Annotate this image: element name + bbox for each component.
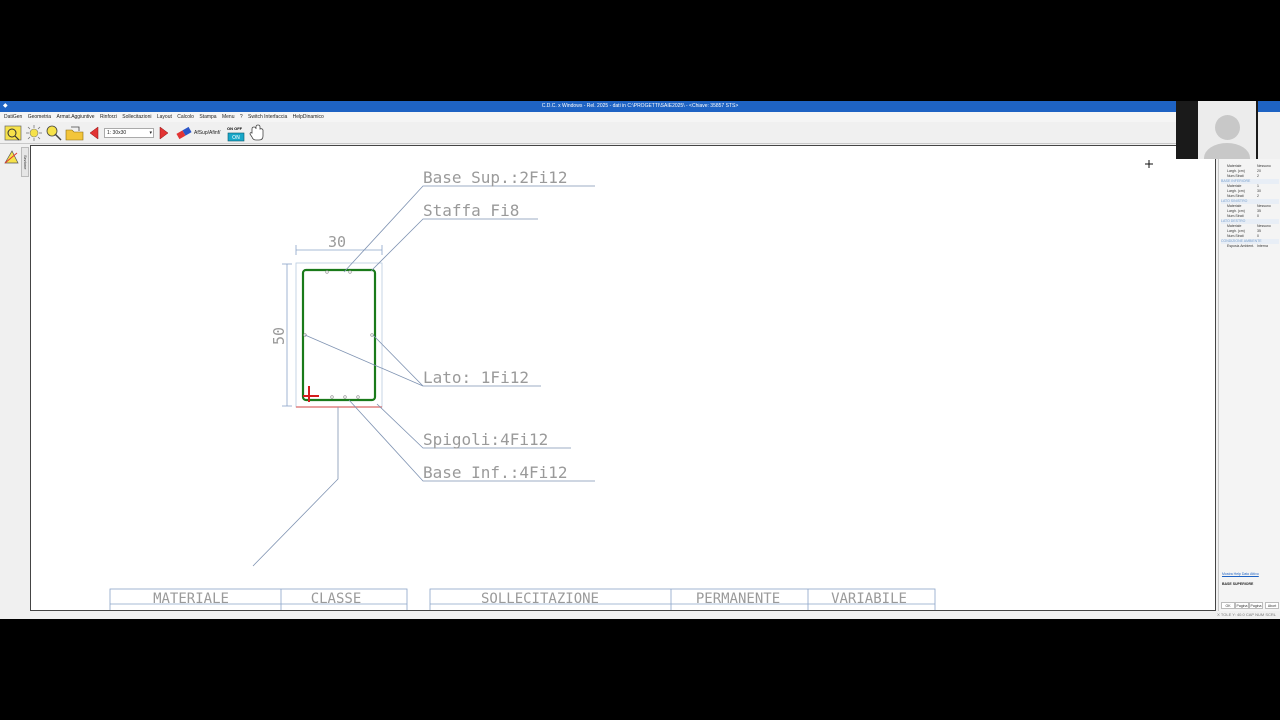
height-dimension-text: 50 bbox=[270, 327, 288, 345]
menu-item-menu[interactable]: Menu bbox=[222, 114, 235, 120]
table-header-variabile: VARIABILE bbox=[831, 591, 907, 607]
scale-value: 1: 30x30 bbox=[107, 130, 127, 136]
section-outline bbox=[295, 262, 383, 408]
avatar-head-icon bbox=[1215, 115, 1240, 140]
property-label: Materiale bbox=[1227, 204, 1242, 208]
property-label: Num.Strati bbox=[1227, 234, 1244, 238]
label-staffa: Staffa Fi8 bbox=[423, 201, 519, 220]
menu-item-sollecitazioni[interactable]: Sollecitazioni bbox=[122, 114, 151, 120]
toggle-onoff-icon[interactable]: ON bbox=[227, 124, 245, 142]
app-window: ◆ C.D.C. x Windows - Rel. 2025 - dati in… bbox=[0, 101, 1280, 619]
page-prev-button[interactable]: Pagina bbox=[1235, 602, 1249, 609]
stirrup bbox=[301, 268, 377, 402]
app-icon: ◆ bbox=[3, 103, 8, 109]
property-label: Materiale bbox=[1227, 184, 1242, 188]
property-label: Largh. (cm) bbox=[1227, 209, 1245, 213]
page-next-button[interactable]: Pagina bbox=[1249, 602, 1263, 609]
menu-item-stampa[interactable]: Stampa bbox=[199, 114, 216, 120]
property-label: Num.Strati bbox=[1227, 174, 1244, 178]
sun-icon[interactable] bbox=[25, 124, 43, 142]
label-spigoli: Spigoli:4Fi12 bbox=[423, 430, 548, 449]
next-arrow-icon[interactable] bbox=[158, 124, 170, 142]
scale-select[interactable]: 1: 30x30 ▾ bbox=[104, 128, 154, 138]
property-label: Num.Strati bbox=[1227, 214, 1244, 218]
property-label: Esposiz.Ambient. bbox=[1227, 244, 1255, 248]
left-tool-strip: Sezione bbox=[0, 145, 30, 611]
screen: ◆ C.D.C. x Windows - Rel. 2025 - dati in… bbox=[0, 0, 1280, 720]
menu-item-armat-aggiuntive[interactable]: Armat.Aggiuntive bbox=[56, 114, 94, 120]
zoom-icon[interactable] bbox=[45, 124, 63, 142]
table-header-permanente: PERMANENTE bbox=[696, 591, 780, 607]
menu-bar: DatiGen Geometria Armat.Aggiuntive Rinfo… bbox=[0, 112, 1176, 122]
table-header-materiale: MATERIALE bbox=[153, 591, 229, 607]
window-title: C.D.C. x Windows - Rel. 2025 - dati in C… bbox=[541, 103, 739, 109]
chevron-down-icon: ▾ bbox=[149, 130, 152, 136]
menu-item-layout[interactable]: Layout bbox=[157, 114, 172, 120]
width-dimension-text: 30 bbox=[328, 233, 346, 251]
section-tool-icon[interactable] bbox=[3, 149, 19, 165]
status-text: X TOLE Y: 40.0 CAP NUM SCRL bbox=[1217, 612, 1276, 617]
menu-item-help[interactable]: ? bbox=[240, 114, 243, 120]
avatar bbox=[1198, 101, 1256, 159]
title-bar: ◆ C.D.C. x Windows - Rel. 2025 - dati in… bbox=[0, 101, 1280, 112]
menu-item-datigen[interactable]: DatiGen bbox=[4, 114, 22, 120]
panel-property-row[interactable]: Esposiz.Ambient. Interna bbox=[1227, 244, 1279, 249]
section-drawing: 30 50 Base Sup.:2Fi12 Staffa Fi8 Lato: 1… bbox=[109, 160, 1153, 610]
menu-item-rinforzi[interactable]: Rinforzi bbox=[100, 114, 117, 120]
menu-item-geometria[interactable]: Geometria bbox=[28, 114, 51, 120]
svg-text:ON: ON bbox=[232, 135, 240, 141]
crosshair-cursor-icon bbox=[1145, 160, 1153, 168]
property-label: Num.Strati bbox=[1227, 194, 1244, 198]
ok-button[interactable]: OK bbox=[1221, 602, 1235, 609]
property-label: Largh. (cm) bbox=[1227, 189, 1245, 193]
abort-button[interactable]: Abort bbox=[1265, 602, 1279, 609]
afsup-label[interactable]: AfSup/Afinf/ bbox=[194, 130, 220, 136]
rebars bbox=[303, 270, 374, 399]
property-label: Largh. (cm) bbox=[1227, 229, 1245, 233]
table-header-classe: CLASSE bbox=[311, 591, 362, 607]
pan-hand-icon[interactable] bbox=[248, 124, 266, 142]
properties-panel: Materiale Nessuno Largh. (cm) 20 Num.Strati 2… bbox=[1218, 159, 1280, 611]
eraser-icon[interactable] bbox=[175, 124, 193, 142]
tab-sezione[interactable]: Sezione bbox=[21, 147, 29, 177]
label-base-superiore: Base Sup.:2Fi12 bbox=[423, 168, 568, 187]
label-lato: Lato: 1Fi12 bbox=[423, 368, 529, 387]
webcam-overlay bbox=[1176, 101, 1258, 159]
property-label: Largh. (cm) bbox=[1227, 169, 1245, 173]
menu-item-helpdinamico[interactable]: HelpDinamico bbox=[293, 114, 324, 120]
label-base-inferiore: Base Inf.:4Fi12 bbox=[423, 463, 568, 482]
help-link[interactable]: Mostra Help Dato Attivo bbox=[1222, 572, 1259, 576]
status-bar: X TOLE Y: 40.0 CAP NUM SCRL bbox=[0, 611, 1280, 619]
property-label: Materiale bbox=[1227, 224, 1242, 228]
table-header-sollecitazione: SOLLECITAZIONE bbox=[481, 591, 599, 607]
drawing-canvas[interactable]: 30 50 Base Sup.:2Fi12 Staffa Fi8 Lato: 1… bbox=[30, 145, 1216, 611]
previous-arrow-icon[interactable] bbox=[88, 124, 100, 142]
menu-item-calcolo[interactable]: Calcolo bbox=[177, 114, 194, 120]
open-folder-icon[interactable] bbox=[65, 124, 85, 142]
avatar-body-icon bbox=[1204, 143, 1250, 159]
toolbar: 1: 30x30 ▾ AfSup/Afinf/ ON OFF ON bbox=[0, 122, 1176, 144]
active-field-label: BASE SUPERIORE bbox=[1222, 582, 1254, 586]
property-label: Materiale bbox=[1227, 164, 1242, 168]
property-value[interactable]: Interna bbox=[1257, 244, 1268, 249]
menu-item-switch-interfaccia[interactable]: Switch Interfaccia bbox=[248, 114, 287, 120]
select-tool-icon[interactable] bbox=[4, 124, 22, 142]
